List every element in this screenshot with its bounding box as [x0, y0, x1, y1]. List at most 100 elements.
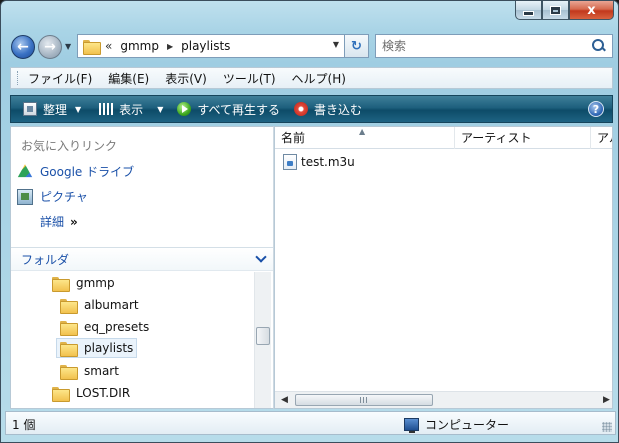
- file-name: test.m3u: [301, 155, 355, 169]
- sort-ascending-icon: ▲: [359, 127, 366, 136]
- tree-item-lost-dir[interactable]: LOST.DIR: [49, 383, 133, 403]
- more-label: 詳細: [40, 215, 65, 229]
- folder-icon: [52, 276, 70, 292]
- column-header-artist[interactable]: アーティスト: [455, 127, 591, 149]
- minimize-button[interactable]: [515, 1, 542, 20]
- tree-item-playlists[interactable]: playlists: [56, 338, 138, 358]
- help-icon[interactable]: ?: [588, 101, 604, 117]
- tree-item-label: LOST.DIR: [76, 386, 131, 400]
- scroll-left-icon[interactable]: ◀: [281, 395, 288, 405]
- grip-icon: [360, 397, 368, 403]
- address-bar[interactable]: « gmmp ▶ playlists ▼: [77, 34, 345, 58]
- caption-buttons: x: [515, 1, 614, 21]
- organize-button[interactable]: 整理 ▼: [19, 101, 85, 118]
- folder-tree-scrollbar[interactable]: [254, 272, 271, 408]
- folders-label: フォルダ: [21, 252, 70, 267]
- play-all-label: すべて再生する: [197, 102, 281, 117]
- folder-icon: [52, 386, 70, 402]
- breadcrumb-playlists[interactable]: playlists: [181, 39, 230, 53]
- folders-header[interactable]: フォルダ: [11, 247, 273, 271]
- scroll-right-icon[interactable]: ▶: [603, 395, 610, 405]
- explorer-window: x ← → ▼ « gmmp ▶ playlists ▼ ↻ ファイル(F) 編…: [0, 0, 619, 443]
- playlist-file-icon: [283, 154, 297, 170]
- tree-item-label: playlists: [84, 341, 134, 355]
- folder-icon: [60, 364, 78, 380]
- command-bar: 整理 ▼ 表示 ▼ すべて再生する 書き込む ?: [10, 95, 613, 123]
- column-header-name[interactable]: ▲ 名前: [275, 127, 455, 149]
- views-icon: [99, 103, 114, 115]
- search-box[interactable]: [375, 34, 613, 58]
- favorite-pictures[interactable]: ピクチャ: [17, 188, 88, 205]
- burn-disc-icon: [294, 102, 309, 116]
- file-list-pane: ▲ 名前 アーティスト アル test.m3u ◀ ▶: [274, 126, 613, 409]
- minimize-icon: [523, 11, 534, 16]
- breadcrumb-separator-icon[interactable]: ▶: [167, 42, 173, 51]
- favorites-more-link[interactable]: 詳細 »: [40, 213, 78, 230]
- folder-icon: [60, 320, 78, 336]
- arrow-left-icon: ←: [17, 39, 29, 55]
- favorite-google-drive[interactable]: Google ドライブ: [17, 163, 134, 180]
- tree-item-label: gmmp: [76, 276, 115, 290]
- close-icon: x: [587, 2, 596, 18]
- folder-icon: [60, 298, 78, 314]
- item-count: 1 個: [12, 418, 36, 432]
- views-button[interactable]: 表示 ▼: [95, 101, 167, 118]
- folder-icon: [83, 39, 101, 55]
- search-input[interactable]: [382, 39, 582, 53]
- column-headers: ▲ 名前 アーティスト アル: [275, 127, 612, 149]
- maximize-button[interactable]: [542, 1, 569, 20]
- scrollbar-thumb[interactable]: [256, 327, 270, 345]
- tree-item-gmmp[interactable]: gmmp: [49, 273, 118, 293]
- address-overflow[interactable]: «: [105, 39, 112, 53]
- forward-button[interactable]: →: [38, 35, 62, 59]
- tree-item-eq-presets[interactable]: eq_presets: [57, 317, 152, 337]
- breadcrumb-gmmp[interactable]: gmmp: [120, 39, 159, 53]
- double-chevron-right-icon: »: [70, 215, 78, 229]
- burn-button[interactable]: 書き込む: [290, 101, 366, 118]
- menu-tools[interactable]: ツール(T): [215, 70, 284, 87]
- navigation-pane: お気に入りリンク Google ドライブ ピクチャ 詳細» フォルダ gmmp …: [10, 126, 274, 409]
- tree-item-smart[interactable]: smart: [57, 361, 122, 381]
- menu-view[interactable]: 表示(V): [157, 70, 215, 87]
- google-drive-icon: [17, 164, 33, 178]
- pictures-icon: [17, 188, 33, 205]
- refresh-button[interactable]: ↻: [345, 34, 369, 58]
- tree-item-label: smart: [84, 364, 119, 378]
- favorite-links-title: お気に入りリンク: [21, 139, 118, 153]
- folder-icon: [60, 341, 78, 357]
- burn-label: 書き込む: [314, 102, 363, 117]
- maximize-icon: [551, 6, 560, 14]
- back-button[interactable]: ←: [11, 35, 35, 59]
- tree-item-albumart[interactable]: albumart: [57, 295, 142, 315]
- column-name-label: 名前: [281, 131, 306, 145]
- location-label: コンピューター: [425, 418, 510, 432]
- status-location: コンピューター: [404, 416, 509, 433]
- scrollbar-thumb[interactable]: [295, 394, 433, 406]
- arrow-right-icon: →: [44, 39, 56, 55]
- play-icon: [177, 102, 192, 116]
- chevron-down-icon: ▼: [75, 104, 82, 114]
- column-header-album[interactable]: アル: [591, 127, 612, 149]
- favorite-label: Google ドライブ: [40, 165, 135, 179]
- organize-icon: [23, 102, 37, 116]
- file-list-horizontal-scrollbar[interactable]: ◀ ▶: [275, 391, 612, 408]
- chevron-down-icon: [255, 251, 267, 263]
- file-item-test-m3u[interactable]: test.m3u: [283, 153, 355, 171]
- tree-item-label: eq_presets: [84, 320, 150, 334]
- chevron-down-icon: ▼: [157, 104, 164, 114]
- views-label: 表示: [119, 102, 144, 117]
- computer-icon: [404, 418, 419, 433]
- status-bar: 1 個 コンピューター: [5, 411, 616, 435]
- recent-pages-dropdown[interactable]: ▼: [65, 42, 71, 51]
- resize-grip[interactable]: [602, 422, 612, 432]
- search-icon[interactable]: [592, 39, 606, 53]
- organize-label: 整理: [43, 102, 68, 117]
- tree-item-label: albumart: [84, 298, 139, 312]
- menu-help[interactable]: ヘルプ(H): [284, 70, 354, 87]
- menu-file[interactable]: ファイル(F): [20, 70, 100, 87]
- address-dropdown-icon[interactable]: ▼: [333, 40, 339, 49]
- menu-bar: ファイル(F) 編集(E) 表示(V) ツール(T) ヘルプ(H): [10, 67, 613, 89]
- close-button[interactable]: x: [569, 1, 614, 20]
- menu-edit[interactable]: 編集(E): [100, 70, 157, 87]
- play-all-button[interactable]: すべて再生する: [173, 101, 284, 118]
